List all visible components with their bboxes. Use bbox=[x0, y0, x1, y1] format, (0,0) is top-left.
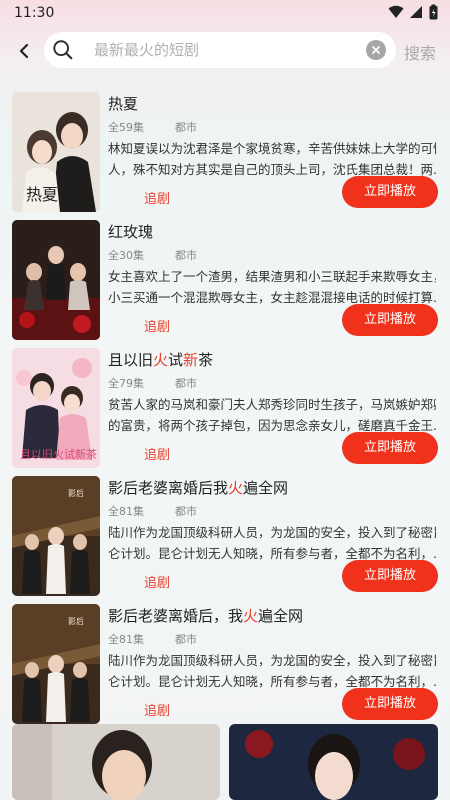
drama-item[interactable]: 影后 影后老婆离婚后，我火遍全网 全81集 都市 陆川作为龙国顶级科研人员，为龙… bbox=[0, 604, 450, 726]
drama-poster[interactable] bbox=[12, 220, 100, 340]
follow-button[interactable]: 追剧 bbox=[144, 316, 170, 335]
genre-tag: 都市 bbox=[175, 249, 197, 262]
follow-button[interactable]: 追剧 bbox=[144, 188, 170, 207]
drama-description: 陆川作为龙国顶级科研人员，为龙国的安全，投入到了秘密昆 仑计划。昆仑计划无人知晓，… bbox=[108, 525, 436, 561]
genre-tag: 都市 bbox=[175, 377, 197, 390]
close-icon bbox=[372, 46, 380, 54]
search-icon bbox=[53, 40, 73, 60]
back-button[interactable] bbox=[12, 38, 36, 64]
drama-title[interactable]: 影后老婆离婚后我火遍全网 bbox=[108, 477, 288, 498]
search-bar: 搜索 bbox=[0, 30, 450, 72]
drama-description: 陆川作为龙国顶级科研人员，为龙国的安全，投入到了秘密昆 仑计划。昆仑计划无人知晓，… bbox=[108, 653, 436, 689]
drama-card[interactable] bbox=[12, 724, 220, 800]
play-now-button[interactable]: 立即播放 bbox=[342, 432, 438, 464]
follow-button[interactable]: 追剧 bbox=[144, 700, 170, 719]
drama-description: 贫苦人家的马岚和豪门夫人郑秀珍同时生孩子，马岚嫉妒郑卿 的富贵，将两个孩子掉包，因… bbox=[108, 397, 436, 433]
play-now-button[interactable]: 立即播放 bbox=[342, 560, 438, 592]
drama-card[interactable] bbox=[229, 724, 438, 800]
episode-count: 全81集 bbox=[108, 633, 144, 646]
drama-meta: 全81集 都市 bbox=[108, 503, 197, 519]
svg-text:影后: 影后 bbox=[68, 488, 84, 498]
episode-count: 全79集 bbox=[108, 377, 144, 390]
episode-count: 全59集 bbox=[108, 121, 144, 134]
drama-poster[interactable]: 且以旧火试新茶 bbox=[12, 348, 100, 468]
drama-description: 女主喜欢上了一个渣男，结果渣男和小三联起手来欺辱女主， 小三买通一个混混欺辱女主，… bbox=[108, 269, 436, 305]
genre-tag: 都市 bbox=[175, 121, 197, 134]
drama-meta: 全79集 都市 bbox=[108, 375, 197, 391]
genre-tag: 都市 bbox=[175, 505, 197, 518]
drama-meta: 全59集 都市 bbox=[108, 119, 197, 135]
drama-item[interactable]: 热夏 热夏 全59集 都市 林知夏误以为沈君泽是个家境贫寒，辛苦供妹妹上大学的可… bbox=[0, 92, 450, 214]
status-icons bbox=[388, 4, 438, 20]
genre-tag: 都市 bbox=[175, 633, 197, 646]
signal-icon bbox=[410, 6, 422, 18]
status-bar: 11:30 bbox=[0, 0, 450, 26]
follow-button[interactable]: 追剧 bbox=[144, 444, 170, 463]
search-input[interactable] bbox=[94, 32, 354, 68]
episode-count: 全30集 bbox=[108, 249, 144, 262]
follow-button[interactable]: 追剧 bbox=[144, 572, 170, 591]
drama-meta: 全81集 都市 bbox=[108, 631, 197, 647]
svg-text:且以旧火试新茶: 且以旧火试新茶 bbox=[20, 447, 97, 461]
drama-description: 林知夏误以为沈君泽是个家境贫寒，辛苦供妹妹上大学的可怜 人，殊不知对方其实是自己的… bbox=[108, 141, 436, 177]
play-now-button[interactable]: 立即播放 bbox=[342, 176, 438, 208]
drama-title[interactable]: 且以旧火试新茶 bbox=[108, 349, 213, 370]
drama-poster[interactable]: 影后 bbox=[12, 476, 100, 596]
drama-title[interactable]: 红玫瑰 bbox=[108, 221, 153, 242]
search-box[interactable] bbox=[44, 32, 396, 68]
drama-title[interactable]: 影后老婆离婚后，我火遍全网 bbox=[108, 605, 303, 626]
play-now-button[interactable]: 立即播放 bbox=[342, 688, 438, 720]
episode-count: 全81集 bbox=[108, 505, 144, 518]
wifi-icon bbox=[388, 5, 404, 18]
drama-title[interactable]: 热夏 bbox=[108, 93, 138, 114]
play-now-button[interactable]: 立即播放 bbox=[342, 304, 438, 336]
drama-poster[interactable]: 热夏 bbox=[12, 92, 100, 212]
clear-button[interactable] bbox=[366, 40, 386, 60]
battery-icon bbox=[429, 4, 438, 20]
drama-item[interactable]: 红玫瑰 全30集 都市 女主喜欢上了一个渣男，结果渣男和小三联起手来欺辱女主，小… bbox=[0, 220, 450, 342]
drama-meta: 全30集 都市 bbox=[108, 247, 197, 263]
status-time: 11:30 bbox=[14, 5, 55, 21]
drama-poster[interactable]: 影后 bbox=[12, 604, 100, 724]
search-button[interactable]: 搜索 bbox=[404, 40, 436, 64]
drama-item[interactable]: 且以旧火试新茶 且以旧火试新茶 全79集 都市 贫苦人家的马岚和豪门夫人郑秀珍同… bbox=[0, 348, 450, 470]
svg-text:热夏: 热夏 bbox=[26, 185, 58, 204]
chevron-left-icon bbox=[19, 43, 29, 59]
svg-text:影后: 影后 bbox=[68, 616, 84, 626]
drama-item[interactable]: 影后 影后老婆离婚后我火遍全网 全81集 都市 陆川作为龙国顶级科研人员，为龙国… bbox=[0, 476, 450, 598]
